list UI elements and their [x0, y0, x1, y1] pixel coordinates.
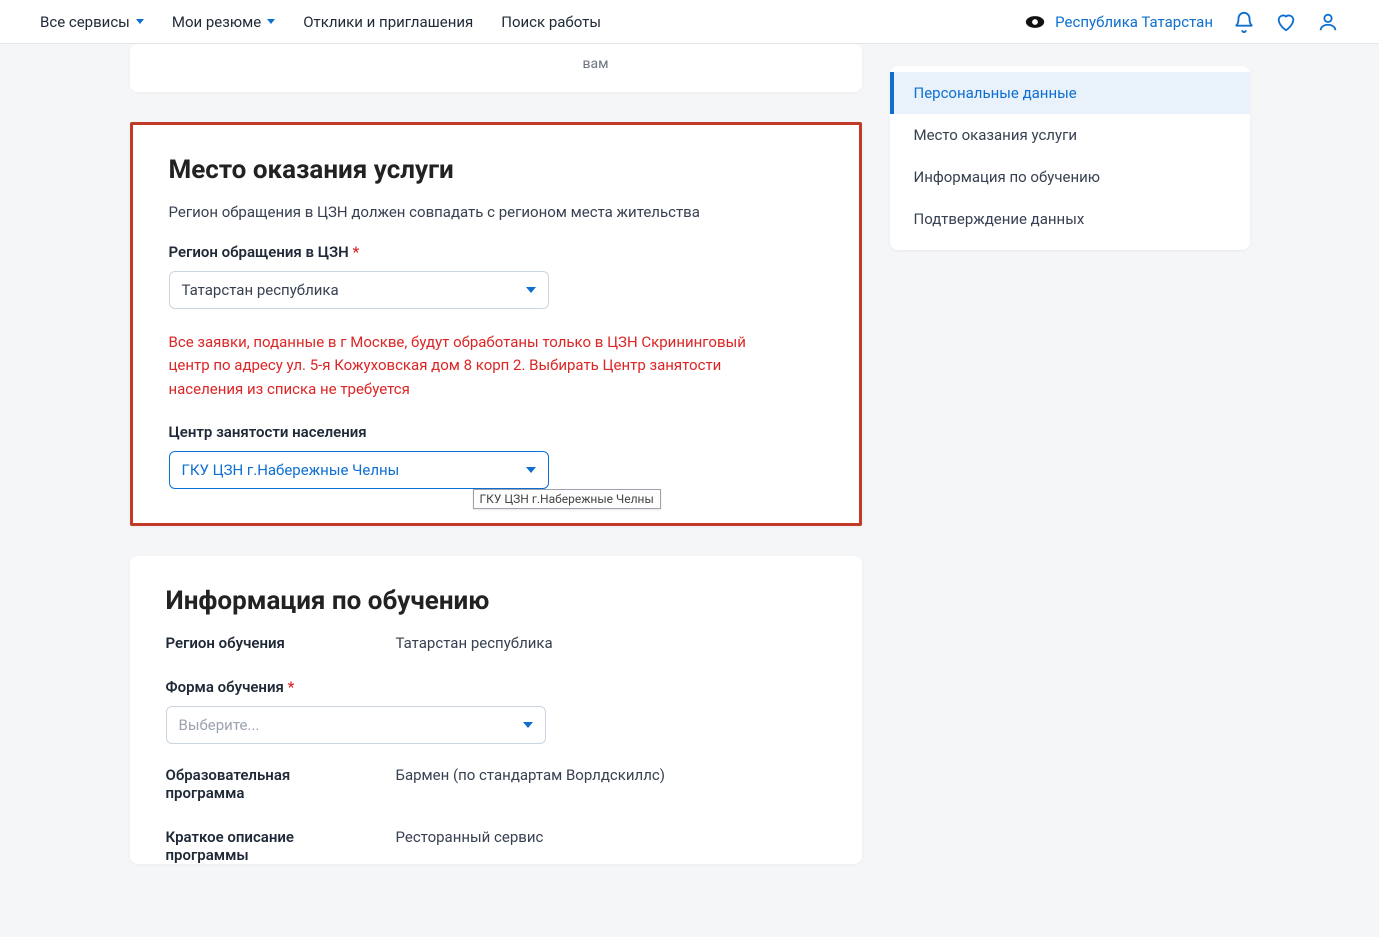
edu-desc-label: Краткое описание программы	[166, 828, 356, 864]
edu-program-label: Образовательная программа	[166, 766, 356, 802]
nav-job-search-label: Поиск работы	[501, 13, 601, 31]
edu-form-placeholder: Выберите...	[179, 716, 260, 734]
nav-all-services-label: Все сервисы	[40, 13, 130, 31]
nav-responses[interactable]: Отклики и приглашения	[303, 13, 473, 31]
education-card: Информация по обучению Регион обучения Т…	[130, 556, 862, 864]
eye-icon	[1025, 15, 1045, 29]
edu-region-label: Регион обучения	[166, 634, 356, 652]
moscow-warning: Все заявки, поданные в г Москве, будут о…	[169, 331, 759, 401]
center-tooltip: ГКУ ЦЗН г.Набережные Челны	[473, 489, 661, 509]
edu-region-row: Регион обучения Татарстан республика	[166, 634, 826, 652]
service-location-title: Место оказания услуги	[169, 155, 823, 185]
edu-form-label: Форма обучения *	[166, 678, 826, 696]
edu-desc-value: Ресторанный сервис	[396, 828, 544, 864]
edu-form-select[interactable]: Выберите...	[166, 706, 546, 744]
chevron-down-icon	[526, 467, 536, 473]
edu-program-row: Образовательная программа Бармен (по ста…	[166, 766, 826, 802]
top-nav: Все сервисы Мои резюме Отклики и приглаш…	[0, 0, 1379, 44]
service-location-hint: Регион обращения в ЦЗН должен совпадать …	[169, 203, 823, 221]
partial-text: вам	[366, 56, 826, 72]
edu-form-label-text: Форма обучения	[166, 678, 284, 696]
chevron-down-icon	[136, 19, 144, 24]
nav-left: Все сервисы Мои резюме Отклики и приглаш…	[40, 13, 601, 31]
section-nav-sidebar: Персональные данные Место оказания услуг…	[890, 66, 1250, 250]
side-item-confirm[interactable]: Подтверждение данных	[890, 198, 1250, 240]
partial-top-card: вам	[130, 44, 862, 92]
region-label: Регион обращения в ЦЗН *	[169, 243, 823, 261]
nav-my-resumes-label: Мои резюме	[172, 13, 261, 31]
side-item-personal[interactable]: Персональные данные	[890, 72, 1250, 114]
main-content: вам Место оказания услуги Регион обращен…	[130, 44, 862, 894]
center-select-value: ГКУ ЦЗН г.Набережные Челны	[182, 461, 400, 479]
edu-region-value: Татарстан республика	[396, 634, 553, 652]
region-label-text: Регион обращения в ЦЗН	[169, 243, 349, 261]
nav-responses-label: Отклики и приглашения	[303, 13, 473, 31]
service-location-card: Место оказания услуги Регион обращения в…	[130, 122, 862, 526]
chevron-down-icon	[267, 19, 275, 24]
region-select[interactable]: Татарстан республика	[169, 271, 549, 309]
region-text: Республика Татарстан	[1055, 13, 1213, 31]
side-item-education[interactable]: Информация по обучению	[890, 156, 1250, 198]
chevron-down-icon	[523, 722, 533, 728]
nav-job-search[interactable]: Поиск работы	[501, 13, 601, 31]
nav-my-resumes[interactable]: Мои резюме	[172, 13, 275, 31]
center-select[interactable]: ГКУ ЦЗН г.Набережные Челны	[169, 451, 549, 489]
nav-all-services[interactable]: Все сервисы	[40, 13, 144, 31]
required-star: *	[353, 243, 360, 261]
center-label: Центр занятости населения	[169, 423, 823, 441]
user-icon[interactable]	[1317, 11, 1339, 33]
nav-right: Республика Татарстан	[1025, 11, 1339, 33]
bell-icon[interactable]	[1233, 11, 1255, 33]
side-item-location[interactable]: Место оказания услуги	[890, 114, 1250, 156]
region-selector[interactable]: Республика Татарстан	[1025, 13, 1213, 31]
chevron-down-icon	[526, 287, 536, 293]
edu-desc-row: Краткое описание программы Ресторанный с…	[166, 828, 826, 864]
education-title: Информация по обучению	[166, 586, 826, 616]
edu-program-value: Бармен (по стандартам Ворлдскиллс)	[396, 766, 665, 802]
region-select-value: Татарстан республика	[182, 281, 339, 299]
required-star: *	[288, 678, 295, 696]
heart-icon[interactable]	[1275, 11, 1297, 33]
